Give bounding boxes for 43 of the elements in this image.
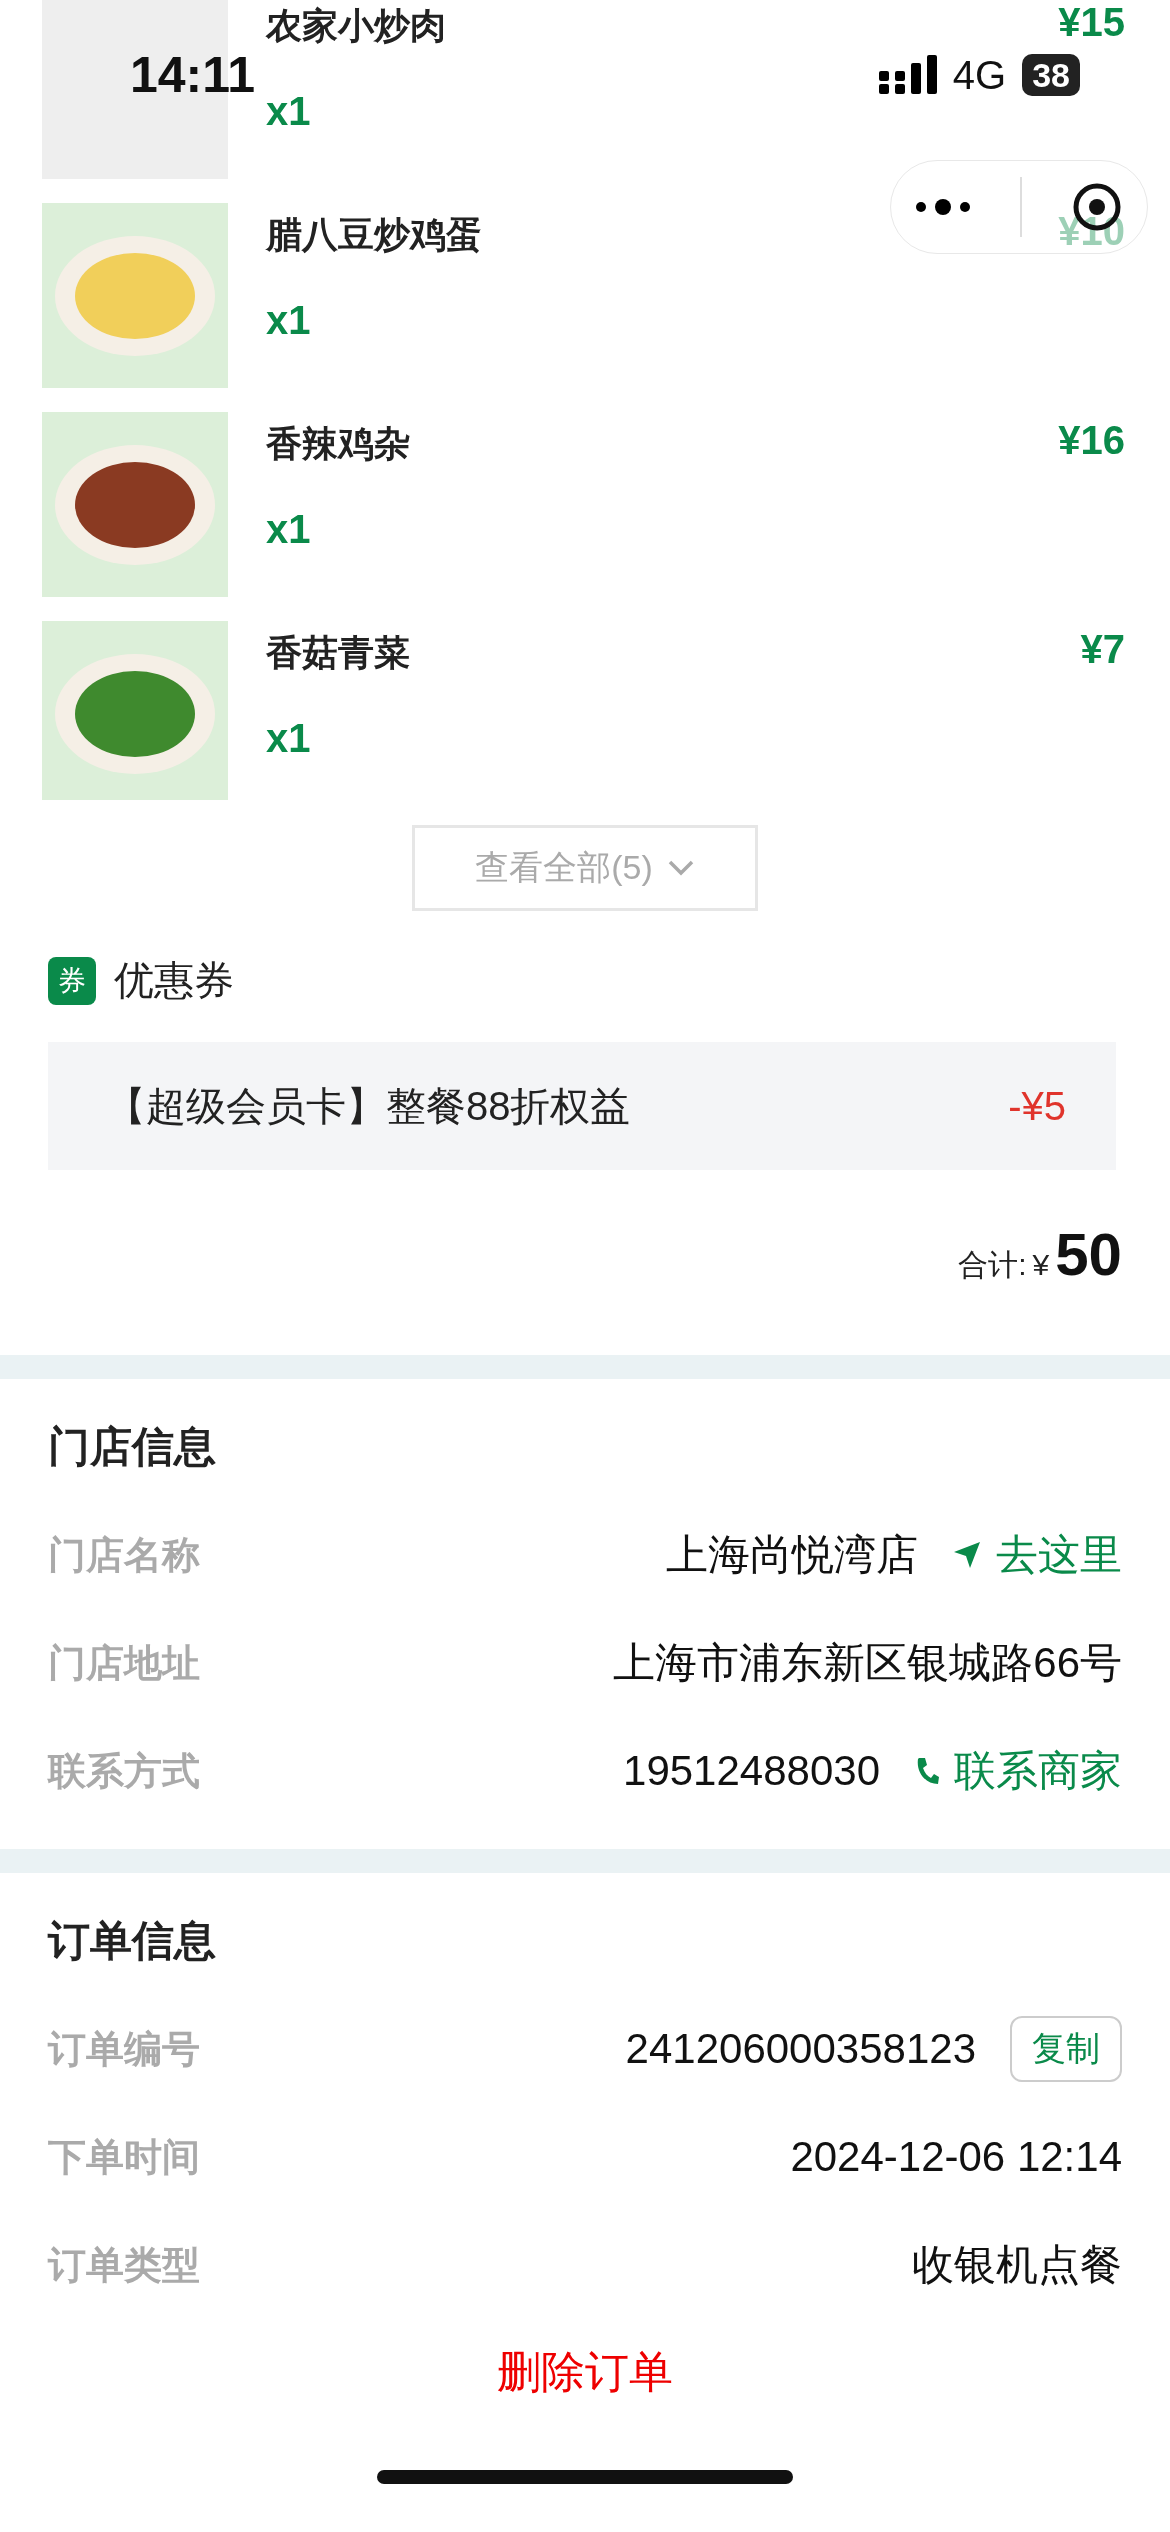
dish-quantity: x1 (266, 507, 311, 552)
field-label: 联系方式 (48, 1748, 200, 1794)
field-label: 门店名称 (48, 1532, 200, 1578)
section-title: 门店信息 (48, 1422, 217, 1472)
field-value: 19512488030 (623, 1747, 880, 1795)
total-label: 合计: (958, 1247, 1027, 1283)
battery-indicator: 38 (1022, 54, 1080, 96)
section-title: 订单信息 (48, 1916, 217, 1966)
view-all-button[interactable]: 查看全部(5) (412, 825, 758, 911)
total-amount: 50 (1055, 1220, 1122, 1289)
contact-merchant-link[interactable]: 联系商家 (954, 1743, 1122, 1799)
dish-price: ¥16 (1058, 417, 1125, 464)
field-value: 上海市浦东新区银城路66号 (613, 1638, 1122, 1688)
dish-quantity: x1 (266, 298, 311, 343)
coupon-badge: 券 (48, 956, 96, 1005)
dish-quantity: x1 (266, 89, 311, 134)
chevron-down-icon (666, 859, 695, 877)
dish-name: 农家小炒肉 (266, 4, 446, 48)
network-type: 4G (952, 52, 1007, 98)
field-label: 订单类型 (48, 2242, 200, 2288)
field-value: 241206000358123 (625, 2025, 976, 2073)
field-value: 2024-12-06 12:14 (790, 2133, 1122, 2181)
coupon-discount: -¥5 (1008, 1083, 1066, 1129)
field-label: 下单时间 (48, 2134, 200, 2180)
dish-quantity: x1 (266, 716, 311, 761)
field-label: 门店地址 (48, 1640, 200, 1686)
delete-order-link[interactable]: 删除订单 (497, 2343, 673, 2402)
dish-name: 香菇青菜 (266, 631, 410, 675)
total-currency: ¥ (1032, 1248, 1050, 1282)
status-time: 14:11 (130, 46, 256, 104)
dish-price: ¥7 (1080, 626, 1125, 673)
copy-button[interactable]: 复制 (1010, 2016, 1122, 2082)
signal-icon (878, 55, 937, 95)
more-icon[interactable] (915, 197, 972, 217)
location-arrow-icon (952, 1540, 982, 1570)
field-label: 订单编号 (48, 2026, 200, 2072)
field-value: 收银机点餐 (912, 2240, 1122, 2290)
coupon-name: 【超级会员卡】整餐88折权益 (106, 1082, 631, 1130)
dish-name: 香辣鸡杂 (266, 422, 410, 466)
field-value: 上海尚悦湾店 (666, 1530, 918, 1580)
dish-name: 腊八豆炒鸡蛋 (266, 213, 482, 257)
coupon-section-title: 优惠券 (114, 957, 234, 1004)
navigate-link[interactable]: 去这里 (996, 1527, 1122, 1583)
